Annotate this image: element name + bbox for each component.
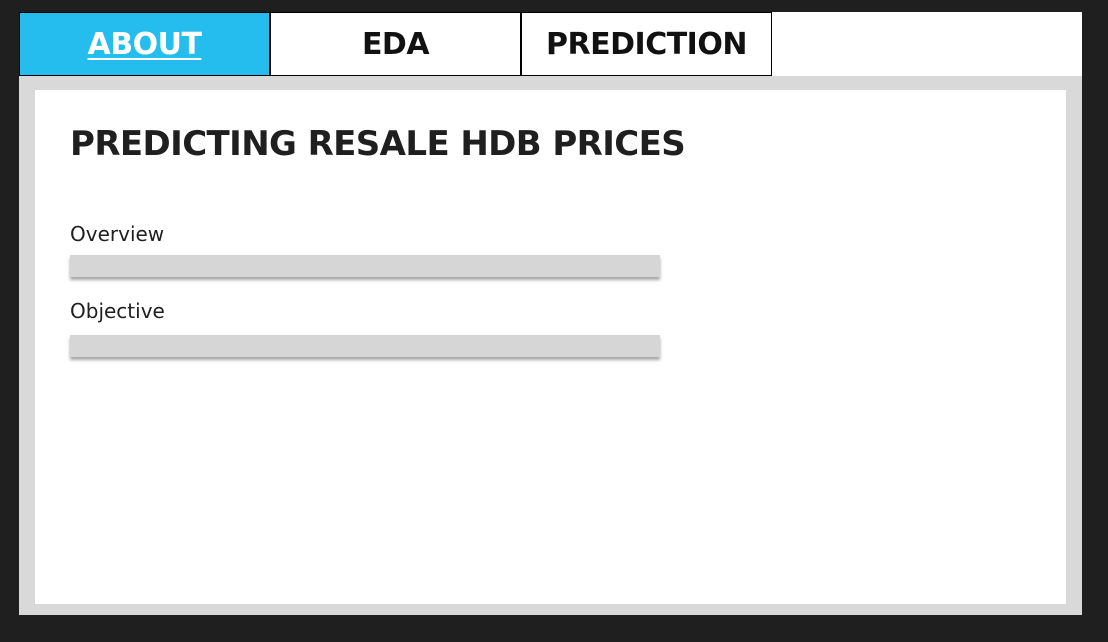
content-panel: PREDICTING RESALE HDB PRICES Overview Ob… [35,90,1066,604]
app-window: ABOUT EDA PREDICTION PREDICTING RESALE H… [19,12,1082,615]
tab-about[interactable]: ABOUT [19,12,270,76]
objective-label: Objective [70,299,165,323]
tab-bar: ABOUT EDA PREDICTION [19,12,1082,76]
overview-expander[interactable] [70,255,660,277]
page-title: PREDICTING RESALE HDB PRICES [70,124,686,164]
overview-label: Overview [70,222,165,246]
tab-eda[interactable]: EDA [270,12,521,76]
tab-prediction[interactable]: PREDICTION [521,12,772,76]
objective-expander[interactable] [70,335,660,357]
